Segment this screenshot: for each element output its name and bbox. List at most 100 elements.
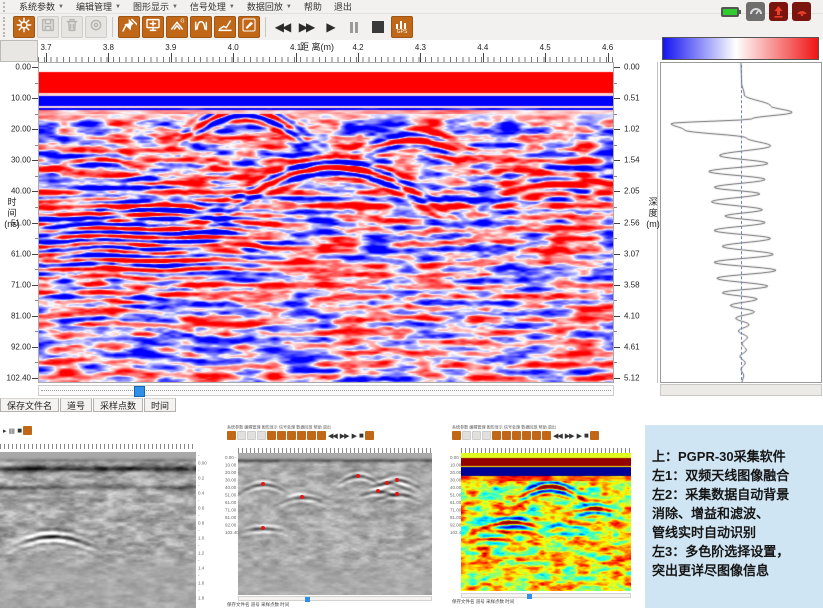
- trace-panel-footer: [660, 384, 822, 396]
- mini-gain-icon: [512, 431, 521, 440]
- distance-tick: [46, 53, 47, 62]
- mini-playback-icon: ▶: [352, 432, 356, 440]
- chevron-down-icon: ▼: [115, 4, 121, 10]
- svg-text:G: G: [180, 18, 184, 24]
- mini-gps-icon: [23, 426, 32, 435]
- fast-forward-button[interactable]: ▶▶: [294, 16, 318, 38]
- grayscale-radargram-1: [0, 452, 196, 608]
- menu-item-3[interactable]: 信号处理▼: [184, 0, 241, 13]
- status-tab-1[interactable]: 道号: [60, 398, 92, 412]
- mini-circle-icon: [482, 431, 491, 440]
- distance-tick-label: 4.5: [540, 43, 551, 52]
- axis-minor-tick: [614, 300, 617, 301]
- time-tick-label: 40.00: [11, 187, 31, 196]
- settings-button[interactable]: [13, 16, 35, 38]
- delete-button: [61, 16, 83, 38]
- mini-playback-icon: ◀◀: [553, 432, 562, 440]
- mini-pin-icon: [267, 431, 276, 440]
- pipeline-marker-dot: [395, 478, 399, 482]
- top-distance-ruler: 距 离(m) 3.73.83.94.04.14.24.34.44.54.6: [38, 40, 614, 62]
- axis-tick: [614, 160, 620, 161]
- monitor-icon: [145, 17, 161, 38]
- chevron-down-icon: ▼: [229, 4, 235, 10]
- time-tick-label: 10.00: [11, 94, 31, 103]
- auto-gain-button[interactable]: G: [166, 16, 188, 38]
- status-tab-3[interactable]: 时间: [144, 398, 176, 412]
- distance-tick-label: 4.0: [228, 43, 239, 52]
- pipeline-marker-dot: [300, 495, 304, 499]
- display-settings-button[interactable]: [142, 16, 164, 38]
- gauge-icon: [746, 2, 765, 21]
- menu-item-1[interactable]: 编辑管理▼: [70, 0, 127, 13]
- depth-tick-label: 2.05: [624, 187, 640, 196]
- distance-tick: [420, 53, 421, 62]
- axis-minor-tick: [614, 145, 617, 146]
- stop-button[interactable]: [366, 16, 390, 38]
- distance-tick: [545, 53, 546, 62]
- gain-icon: G: [169, 17, 185, 38]
- chevron-down-icon: ▼: [172, 4, 178, 10]
- time-tick-label: 102.40: [7, 374, 31, 383]
- save-icon: [40, 17, 56, 38]
- depth-tick-label: 1.02: [624, 125, 640, 134]
- marker-pin-button[interactable]: [118, 16, 140, 38]
- time-tick-label: 81.00: [11, 311, 31, 320]
- gps-button[interactable]: GPS: [391, 16, 413, 38]
- caption-line-5: 左3：多色阶选择设置，: [652, 542, 817, 561]
- color-scale-bar: [662, 37, 819, 60]
- mini-status-2: 保存文件名 道号 采样点数 时间: [227, 601, 289, 608]
- menu-item-6[interactable]: 退出: [328, 0, 358, 13]
- scrollbar-thumb[interactable]: [134, 386, 145, 397]
- menu-item-5[interactable]: 帮助: [298, 0, 328, 13]
- mini-toolbar-3: ◀◀▶▶▶■: [452, 431, 599, 440]
- caption-box: 上：PGPR-30采集软件左1：双频天线图像融合左2：采集数据自动背景消除、增益…: [645, 425, 823, 608]
- menu-item-4[interactable]: 数据回放▼: [241, 0, 298, 13]
- menu-item-label: 退出: [334, 0, 352, 13]
- rewind-button[interactable]: ◀◀: [270, 16, 294, 38]
- mini-gear-icon: [227, 431, 236, 440]
- caption-line-4: 管线实时自动识别: [652, 523, 817, 542]
- radar-icon: [792, 2, 811, 21]
- thumbnail-auto-recognition: 系统参数 编辑管理 图形显示 信号处理 数据回放 帮助 退出 ◀◀▶▶▶■ 0.…: [225, 424, 440, 608]
- status-tab-2[interactable]: 采样点数: [93, 398, 143, 412]
- filter-brush-button[interactable]: [238, 16, 260, 38]
- depth-tick-label: 1.54: [624, 156, 640, 165]
- axis-corner-box: [0, 40, 38, 62]
- time-axis-label: 时间(ns): [1, 197, 23, 230]
- distance-tick-label: 3.9: [165, 43, 176, 52]
- horizontal-scrollbar[interactable]: [38, 385, 614, 396]
- mini-toolbar-2: ◀◀▶▶▶■: [227, 431, 374, 440]
- distance-tick: [108, 53, 109, 62]
- mini-stop-icon: ■: [584, 431, 588, 440]
- play-button[interactable]: ▶: [318, 16, 342, 38]
- trace-center-line: [741, 65, 742, 380]
- mini-scroll-thumb-3: [527, 594, 532, 599]
- chevron-down-icon: ▼: [286, 4, 292, 10]
- caption-line-0: 上：PGPR-30采集软件: [652, 447, 817, 466]
- pipeline-marker-dot: [395, 492, 399, 496]
- mini-menu-3: 系统参数 编辑管理 图形显示 信号处理 数据回放 帮助 退出: [452, 424, 556, 430]
- mini-gps-icon: [590, 431, 599, 440]
- gear-icon: [16, 17, 32, 38]
- trash-icon: [64, 17, 80, 38]
- pause-button[interactable]: [342, 16, 366, 38]
- toolbar-status-icons: [720, 2, 811, 21]
- gps-label: GPS: [397, 30, 408, 35]
- hyperbola-detect-button[interactable]: [190, 16, 212, 38]
- pipeline-marker-dot: [261, 526, 265, 530]
- axis-tick: [614, 67, 620, 68]
- menu-item-2[interactable]: 图形显示▼: [127, 0, 184, 13]
- axis-minor-tick: [614, 269, 617, 270]
- status-tab-0[interactable]: 保存文件名: [0, 398, 59, 412]
- gain-curve-button[interactable]: [214, 16, 236, 38]
- depth-axis: 0.000.511.021.542.052.563.073.584.104.61…: [614, 62, 658, 383]
- mini-brush-icon: [317, 431, 326, 440]
- menu-item-label: 系统参数: [19, 0, 55, 13]
- mini-monitor-icon: [277, 431, 286, 440]
- menu-item-label: 图形显示: [133, 0, 169, 13]
- menu-item-0[interactable]: 系统参数▼: [13, 0, 70, 13]
- axis-tick: [614, 378, 620, 379]
- radargram-image: [39, 63, 613, 382]
- distance-tick-label: 3.7: [40, 43, 51, 52]
- mini-brush-icon: [542, 431, 551, 440]
